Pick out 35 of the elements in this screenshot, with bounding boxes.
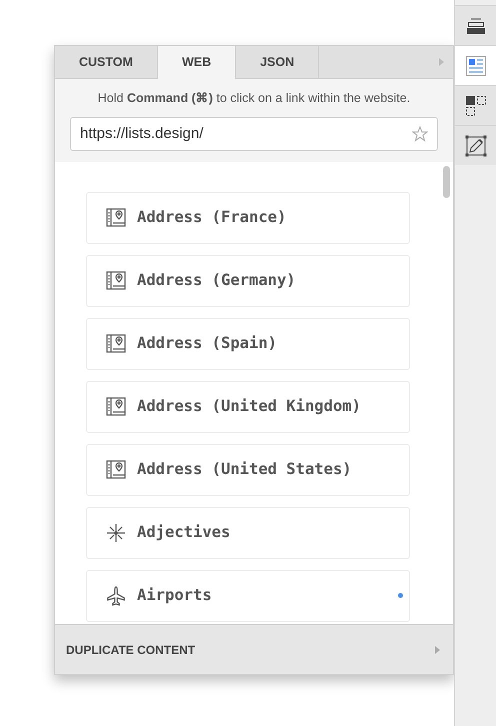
list-card[interactable]: Address (United States) [86, 444, 410, 496]
scrollbar-thumb[interactable] [443, 166, 450, 198]
pencil-frame-icon [464, 134, 486, 156]
list-card[interactable]: Address (United Kingdom) [86, 380, 410, 433]
map-book-icon [106, 396, 126, 417]
toolbar-button[interactable] [455, 125, 496, 165]
text-block-icon [464, 54, 486, 76]
list-card[interactable]: Address (Germany) [86, 254, 410, 307]
list-title: Adjectives [137, 522, 232, 544]
toolbar-button[interactable] [455, 85, 496, 125]
list-title: Address (France) [137, 207, 288, 228]
sparkle-icon [106, 522, 126, 543]
list-title: Address (Germany) [137, 270, 297, 292]
url-field[interactable]: https://lists.design/ [70, 116, 438, 151]
star-icon[interactable] [412, 126, 428, 142]
map-book-icon [106, 460, 126, 480]
footer-title: DUPLICATE CONTENT [66, 642, 196, 658]
map-book-icon [106, 270, 126, 291]
hint-text: Hold Command (⌘) to click on a link within the website. [96, 90, 412, 107]
list-card[interactable]: Address (France) [86, 192, 410, 244]
tab[interactable]: WEB [158, 46, 236, 79]
squares-icon [464, 94, 486, 116]
footer-bar[interactable]: DUPLICATE CONTENT [55, 624, 453, 674]
toolbar-button[interactable] [455, 5, 496, 45]
list-title: Airports [137, 585, 213, 606]
airplane-icon [106, 586, 126, 606]
list-card[interactable]: Airports [86, 570, 410, 622]
toolbar-button[interactable] [455, 45, 496, 85]
list-title: Address (United States) [137, 459, 353, 480]
list-card[interactable]: Address (Spain) [86, 318, 410, 370]
list-title: Address (United Kingdom) [137, 396, 362, 418]
list-card[interactable]: Adjectives [86, 506, 410, 559]
map-book-icon [106, 334, 126, 354]
map-book-icon [106, 208, 126, 228]
list-title: Address (Spain) [137, 333, 278, 354]
